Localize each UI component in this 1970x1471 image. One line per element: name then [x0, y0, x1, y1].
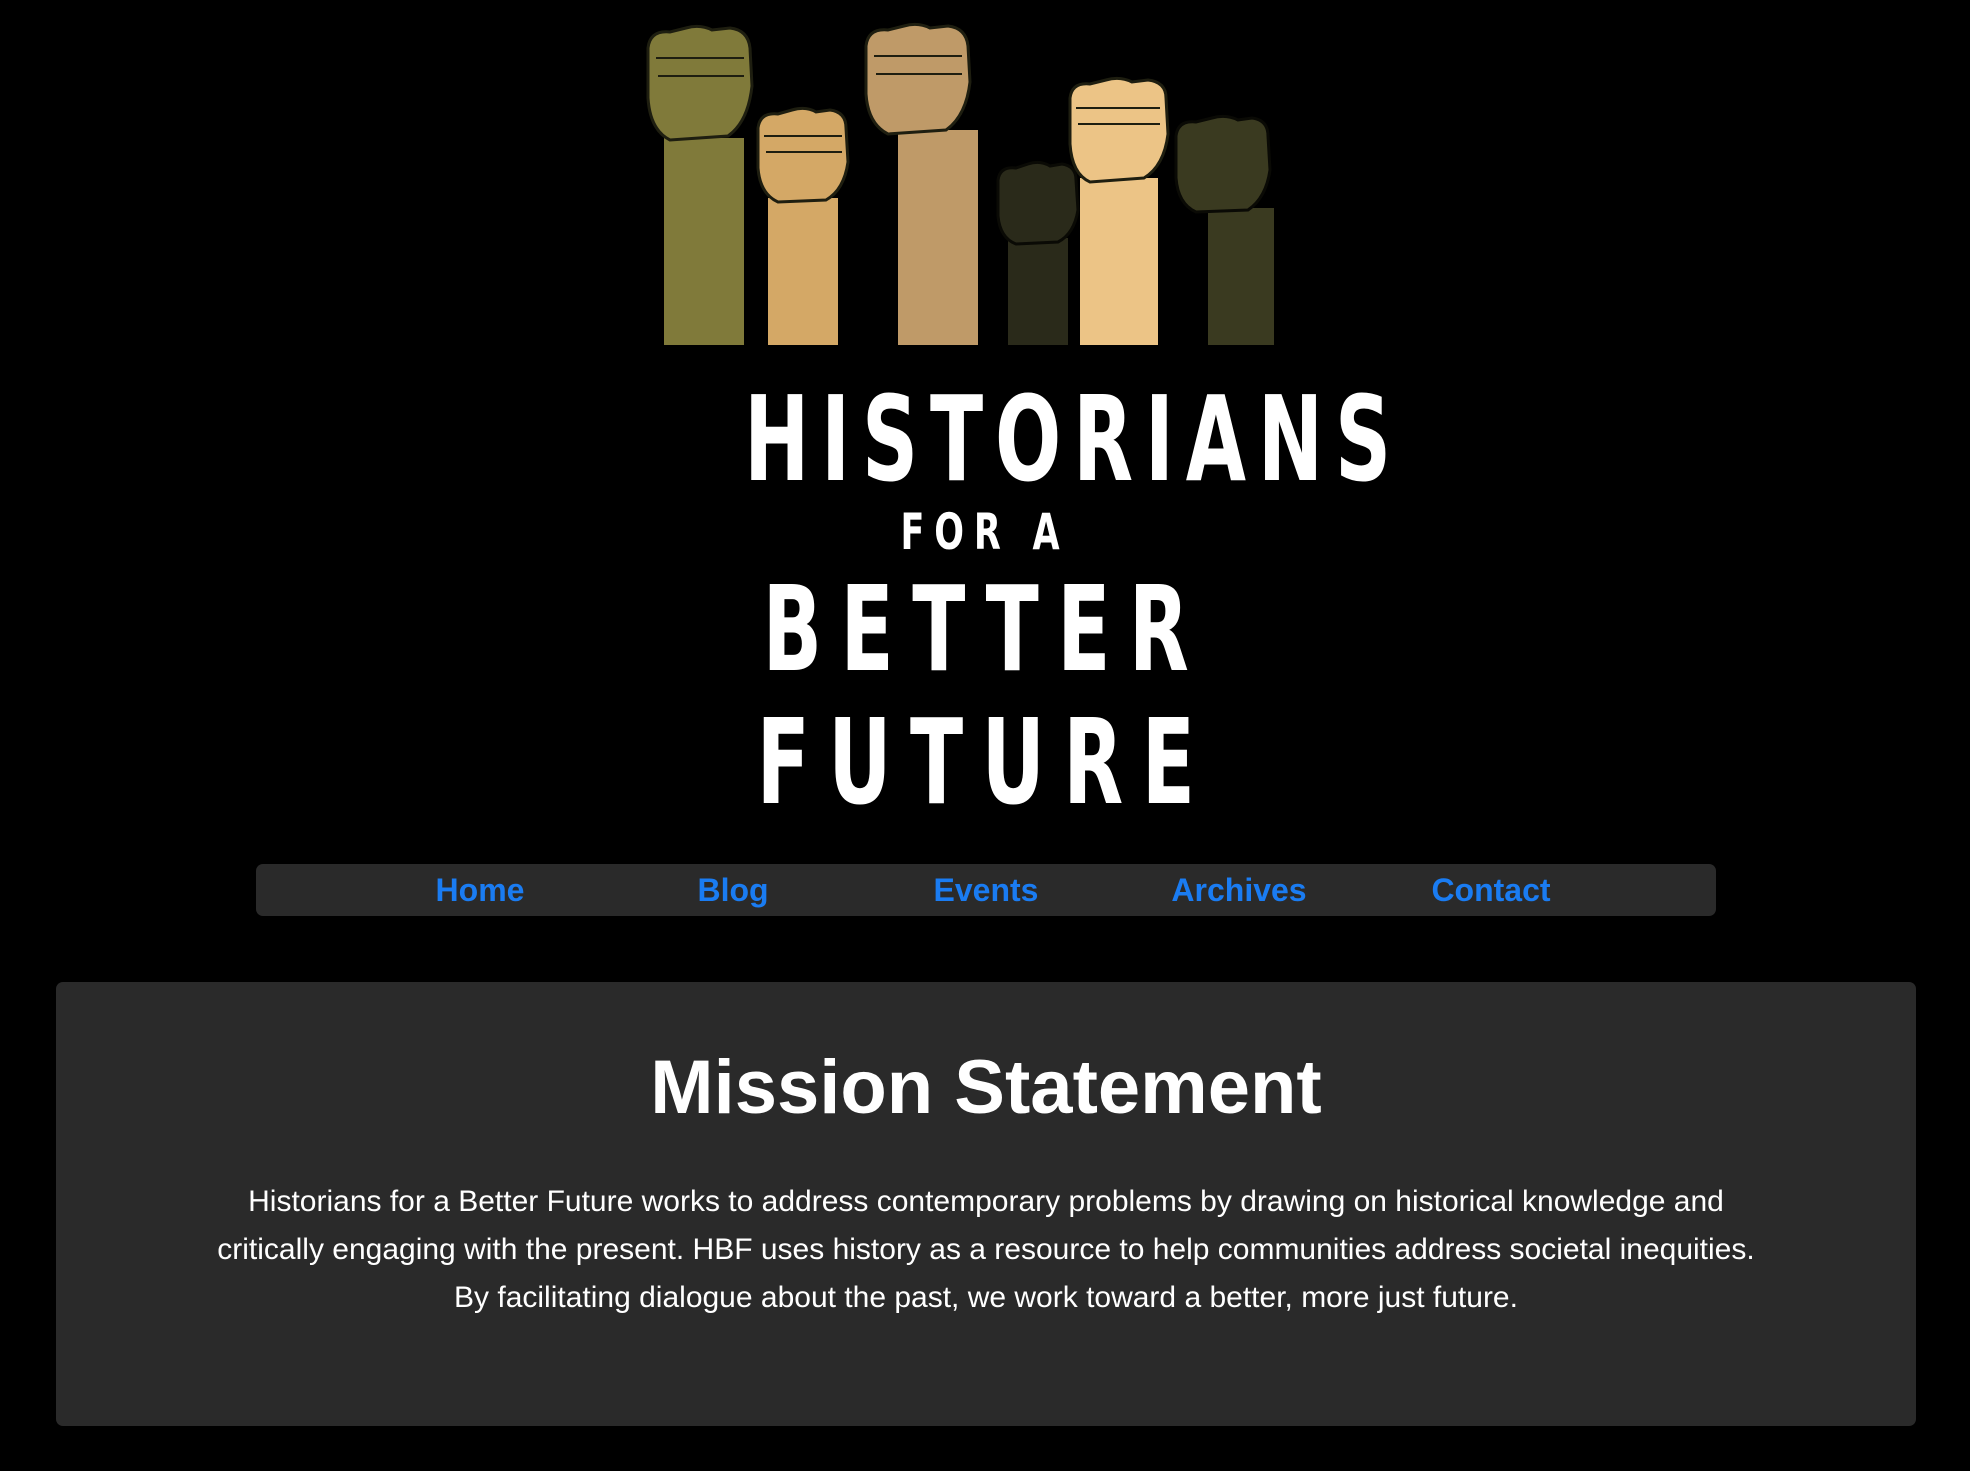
logo-text-historians: HISTORIANS	[744, 370, 1403, 508]
nav-link-events[interactable]: Events	[886, 864, 1086, 916]
nav-link-home[interactable]: Home	[380, 864, 580, 916]
mission-line-3: By facilitating dialogue about the past,…	[454, 1281, 1518, 1314]
logo-text-better: BETTER	[762, 560, 1208, 698]
main-nav: Home Blog Events Archives Contact	[256, 864, 1716, 916]
mission-statement-panel: Mission Statement Historians for a Bette…	[56, 982, 1916, 1426]
fist-icon-4	[996, 160, 1080, 345]
fist-icon-6	[1174, 114, 1274, 345]
fist-icon-1	[646, 24, 754, 345]
raised-fists-icon	[646, 22, 1274, 345]
nav-link-blog[interactable]: Blog	[633, 864, 833, 916]
fist-icon-3	[864, 22, 978, 345]
nav-link-archives[interactable]: Archives	[1139, 864, 1339, 916]
nav-link-contact[interactable]: Contact	[1391, 864, 1591, 916]
logo-text-future: FUTURE	[756, 693, 1214, 831]
site-logo: HISTORIANS FOR A BETTER FUTURE	[620, 18, 1403, 831]
mission-line-2: critically engaging with the present. HB…	[217, 1233, 1755, 1266]
mission-body: Historians for a Better Future works to …	[136, 1178, 1836, 1322]
mission-title: Mission Statement	[650, 1045, 1322, 1130]
fist-icon-2	[756, 106, 850, 345]
fist-icon-5	[1068, 76, 1170, 345]
logo-text-for-a: FOR A	[900, 503, 1070, 561]
mission-line-1: Historians for a Better Future works to …	[248, 1185, 1724, 1218]
